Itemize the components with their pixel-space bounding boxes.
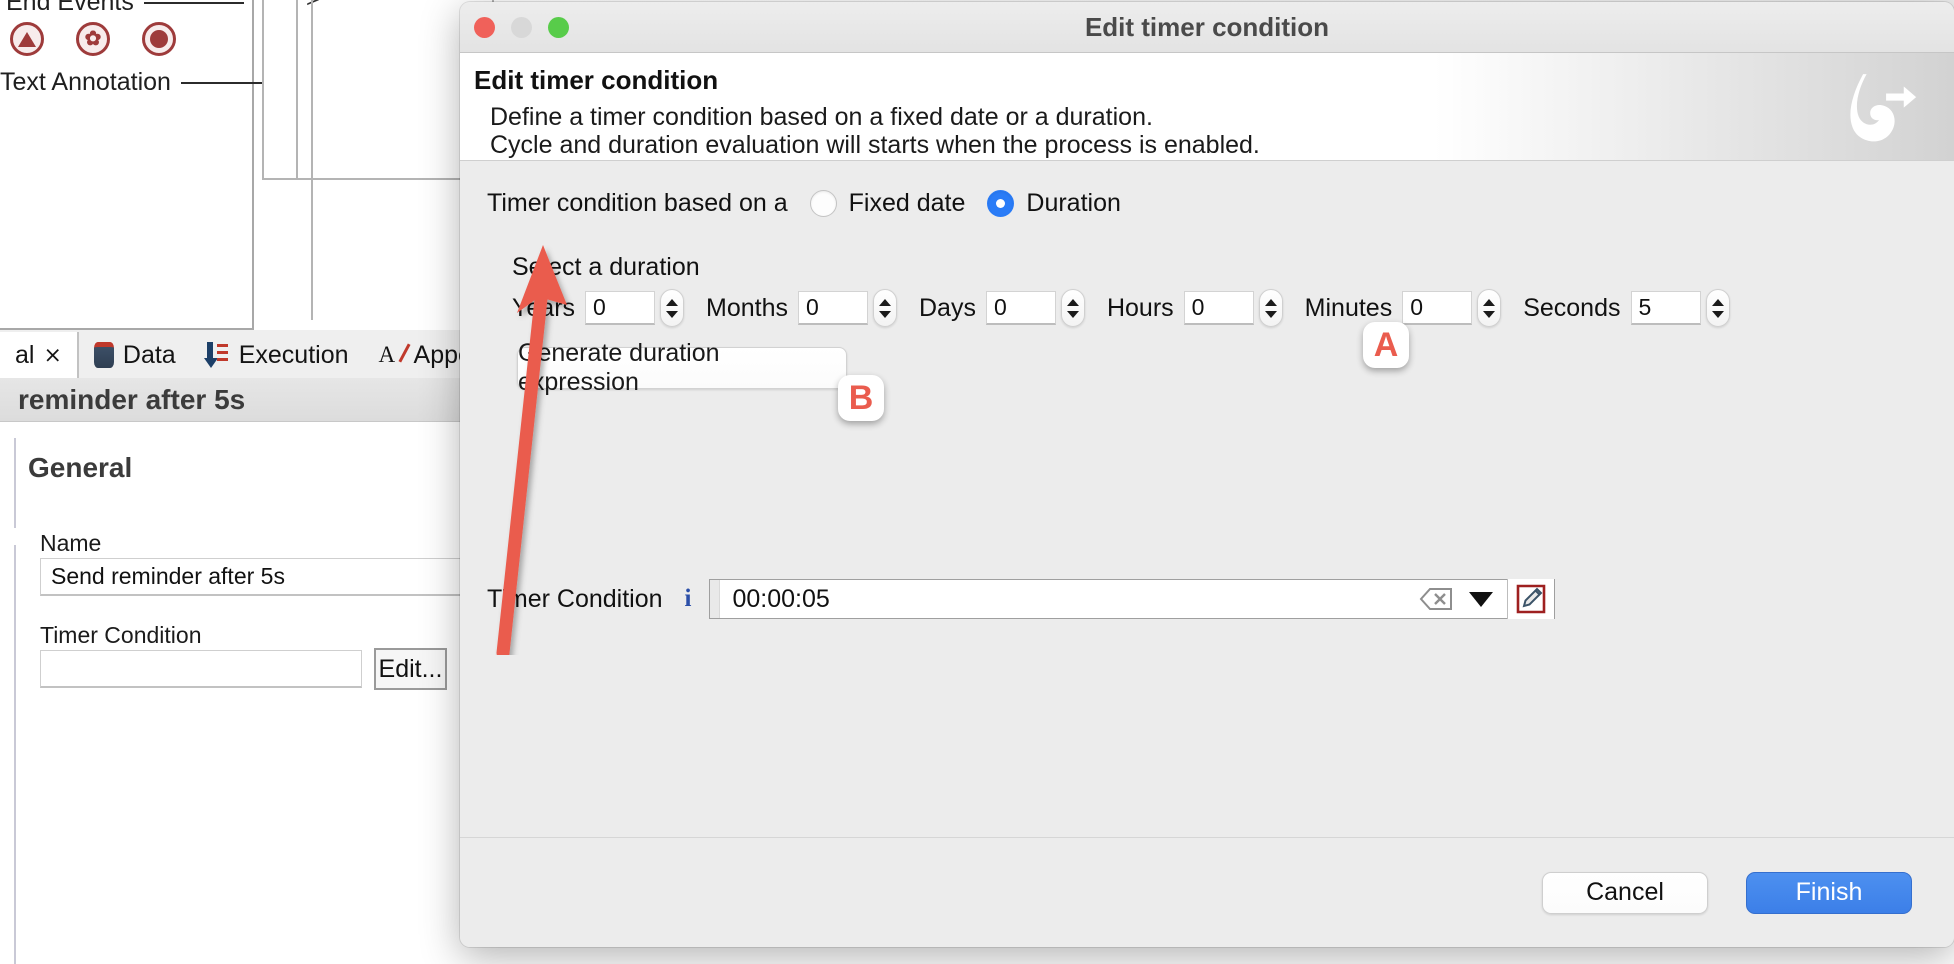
cross-icon: ⨯ — [43, 342, 62, 367]
divider-rule — [143, 1, 244, 4]
radio-duration-control[interactable] — [987, 190, 1015, 217]
properties-group-border — [14, 545, 16, 964]
timer-condition-row: Timer Condition i 00:00:05 — [487, 579, 1556, 619]
name-field-label: Name — [40, 530, 102, 556]
error-end-event-icon[interactable] — [142, 22, 176, 56]
timer-condition-field-label: Timer Condition — [40, 622, 202, 648]
timer-basis-label: Timer condition based on a — [487, 189, 788, 217]
dialog-header: Edit timer condition Define a timer cond… — [460, 53, 1954, 161]
screenshot-root: End Events ✿ Text Annotation > al ⨯ — [0, 0, 1954, 964]
duration-label-hours: Hours — [1106, 293, 1174, 322]
radio-fixed-date-control[interactable] — [809, 190, 837, 217]
select-duration-label: Select a duration — [512, 253, 700, 281]
radio-fixed-date-label: Fixed date — [848, 189, 966, 217]
timer-condition-input[interactable] — [40, 650, 362, 688]
bonita-logo — [1850, 74, 1917, 142]
canvas-caret: > — [306, 0, 320, 14]
duration-label-months: Months — [706, 293, 788, 322]
field-gutter — [710, 580, 721, 618]
annotation-badge-a: A — [1363, 322, 1409, 368]
generate-duration-expression-button[interactable]: Generate duration expression — [517, 339, 847, 396]
dialog-title: Edit timer condition — [1084, 11, 1330, 42]
window-controls — [474, 17, 569, 38]
dialog-description-line2: Cycle and duration evaluation will start… — [490, 131, 1260, 159]
palette-group-text-annotation-label: Text Annotation — [0, 68, 171, 96]
end-event-icon-group: ✿ — [10, 22, 176, 56]
duration-input-months[interactable]: 0 — [798, 291, 868, 325]
palette-panel: End Events ✿ Text Annotation — [0, 0, 276, 330]
pencil-edit-icon[interactable] — [1507, 579, 1555, 619]
database-icon — [93, 342, 114, 368]
zoom-button[interactable] — [548, 17, 569, 38]
info-icon[interactable]: i — [685, 585, 692, 613]
duration-input-days[interactable]: 0 — [985, 291, 1056, 325]
tab-execution-label: Execution — [238, 340, 349, 369]
close-button[interactable] — [474, 17, 495, 38]
tab-execution[interactable]: Execution — [191, 332, 364, 378]
tab-general[interactable]: al ⨯ — [0, 332, 79, 378]
palette-group-end-events: End Events — [6, 0, 244, 17]
clear-icon[interactable] — [1419, 587, 1453, 611]
duration-label-minutes: Minutes — [1304, 293, 1393, 322]
duration-stepper-years[interactable] — [660, 289, 685, 327]
terminate-end-event-icon[interactable] — [10, 22, 44, 56]
duration-input-seconds[interactable]: 5 — [1630, 291, 1701, 325]
annotation-badge-b: B — [838, 375, 884, 421]
duration-input-hours[interactable]: 0 — [1183, 291, 1254, 325]
finish-button[interactable]: Finish — [1746, 871, 1912, 914]
duration-input-minutes[interactable]: 0 — [1402, 291, 1473, 325]
duration-label-days: Days — [919, 293, 976, 322]
dialog-footer: Cancel Finish — [460, 837, 1954, 947]
duration-field-hours: Hours 0 — [1107, 289, 1305, 327]
duration-field-days: Days 0 — [919, 289, 1107, 327]
edit-button[interactable]: Edit... — [374, 648, 447, 690]
timer-condition-expression-value[interactable]: 00:00:05 — [720, 585, 1419, 614]
tab-data[interactable]: Data — [79, 332, 191, 378]
appearance-pen-icon: A — [379, 342, 411, 368]
dialog-heading: Edit timer condition — [474, 65, 719, 95]
palette-group-end-events-label: End Events — [6, 0, 134, 16]
duration-fields-row: Years 0 Months 0 Days 0 Hours 0 Minutes … — [512, 289, 1752, 327]
duration-label-seconds: Seconds — [1523, 293, 1621, 322]
cancel-button[interactable]: Cancel — [1542, 871, 1708, 914]
signal-end-event-icon[interactable]: ✿ — [76, 22, 110, 56]
duration-stepper-months[interactable] — [873, 289, 897, 327]
palette-group-text-annotation: Text Annotation — [0, 68, 276, 97]
duration-label-years: Years — [512, 293, 576, 322]
properties-group-border — [14, 438, 16, 528]
tab-data-label: Data — [122, 340, 176, 369]
duration-field-seconds: Seconds 5 — [1523, 289, 1751, 327]
timer-basis-row: Timer condition based on a Fixed date Du… — [487, 189, 1121, 218]
tab-general-label: al — [15, 340, 35, 369]
dialog-body: Timer condition based on a Fixed date Du… — [460, 161, 1954, 713]
duration-field-years: Years 0 — [512, 289, 706, 327]
timer-condition-expression-field[interactable]: 00:00:05 — [709, 579, 1556, 619]
vertical-splitter[interactable] — [311, 0, 313, 320]
dialog-titlebar[interactable]: Edit timer condition — [460, 2, 1954, 53]
chevron-down-icon[interactable] — [1469, 591, 1494, 607]
minimize-button[interactable] — [511, 17, 532, 38]
radio-duration-label: Duration — [1026, 189, 1121, 217]
timer-condition-label: Timer Condition — [487, 584, 663, 613]
edit-timer-condition-dialog: Edit timer condition Edit timer conditio… — [460, 2, 1954, 947]
duration-stepper-minutes[interactable] — [1477, 289, 1502, 327]
duration-stepper-seconds[interactable] — [1705, 289, 1730, 327]
duration-stepper-days[interactable] — [1060, 289, 1085, 327]
radio-fixed-date[interactable]: Fixed date — [809, 189, 966, 218]
duration-stepper-hours[interactable] — [1258, 289, 1283, 327]
radio-duration[interactable]: Duration — [987, 189, 1121, 218]
duration-field-minutes: Minutes 0 — [1305, 289, 1524, 327]
execution-arrow-icon — [203, 342, 230, 368]
section-title-general: General — [28, 452, 133, 483]
duration-input-years[interactable]: 0 — [585, 291, 656, 325]
dialog-description-line1: Define a timer condition based on a fixe… — [490, 103, 1153, 131]
duration-field-months: Months 0 — [706, 289, 919, 327]
